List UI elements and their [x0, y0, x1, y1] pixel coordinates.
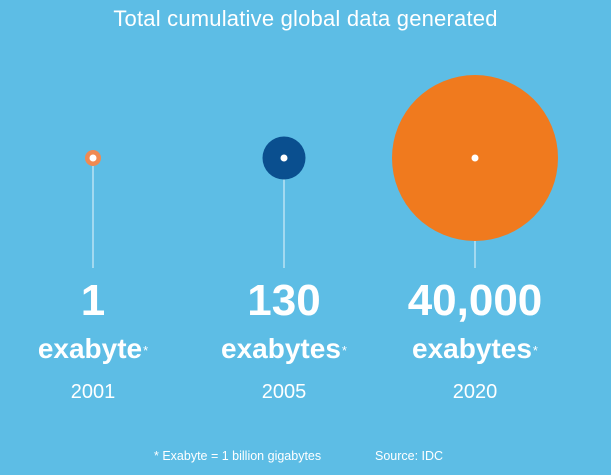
data-label-2005: 130 exabytes* 2005 [184, 276, 384, 404]
data-label-2001: 1 exabyte* 2001 [0, 276, 193, 404]
bubble-center-2005 [280, 154, 288, 162]
unit-label-2001: exabyte* [0, 332, 193, 366]
source-note: Source: IDC [375, 449, 444, 463]
data-label-2020: 40,000 exabytes* 2020 [375, 276, 575, 404]
footnote: * Exabyte = 1 billion gigabytes [154, 449, 322, 463]
unit-label-2005: exabytes* [184, 332, 384, 366]
value-label-2001: 1 [80, 276, 106, 325]
chart-title: Total cumulative global data generated [113, 6, 498, 31]
bubbles [85, 75, 558, 241]
unit-text-2020: exabytes [412, 333, 532, 364]
year-label-2020: 2020 [452, 381, 498, 403]
bubble-center-2001 [89, 154, 97, 162]
bubble-center-2020 [471, 154, 479, 162]
year-label-2001: 2001 [70, 381, 116, 403]
unit-text-2005: exabytes [221, 333, 341, 364]
unit-text-2001: exabyte [37, 333, 143, 364]
value-label-2005: 130 [247, 276, 321, 325]
year-label-2005: 2005 [261, 381, 307, 403]
unit-marker-2020: * [532, 343, 538, 358]
value-label-2020: 40,000 [407, 276, 543, 325]
unit-label-2020: exabytes* [375, 332, 575, 366]
unit-marker-2001: * [143, 343, 149, 358]
unit-marker-2005: * [341, 343, 347, 358]
